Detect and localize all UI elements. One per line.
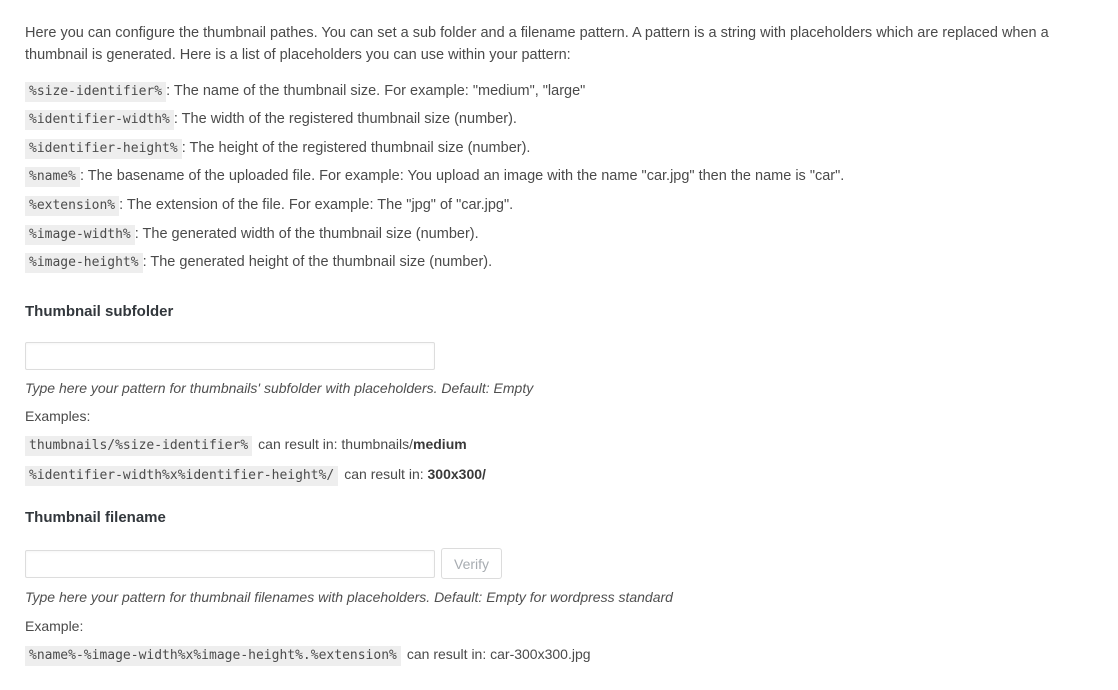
list-item: %extension%: The extension of the file. …: [25, 195, 1118, 216]
intro-paragraph: Here you can configure the thumbnail pat…: [25, 25, 1049, 64]
placeholder-token: %image-width%: [25, 224, 135, 245]
placeholder-token: %identifier-width%: [25, 110, 174, 131]
list-item: %identifier-width%: The width of the reg…: [25, 109, 1118, 131]
placeholder-description: : The generated width of the thumbnail s…: [134, 225, 479, 242]
example-result-value: medium: [413, 436, 467, 453]
placeholder-token: %extension%: [25, 196, 120, 216]
placeholder-token: %identifier-height%: [25, 138, 182, 159]
example-result-prefix: can result in:: [344, 465, 428, 482]
thumbnail-filename-section: Thumbnail filename Verify Type here your…: [25, 509, 1118, 666]
list-item: %identifier-height%: The height of the r…: [25, 138, 1118, 159]
thumbnail-subfolder-examples-label: Examples:: [25, 408, 91, 425]
list-item: %name%: The basename of the uploaded fil…: [25, 166, 1118, 188]
placeholder-description: : The name of the thumbnail size. For ex…: [166, 82, 586, 99]
settings-page: Here you can configure the thumbnail pat…: [0, 0, 1118, 666]
example-result-prefix: can result in: car-300x300.jpg: [406, 645, 591, 662]
thumbnail-filename-title: Thumbnail filename: [25, 509, 166, 527]
thumbnail-subfolder-section: Thumbnail subfolder Type here your patte…: [25, 303, 1118, 486]
thumbnail-filename-hint: Type here your pattern for thumbnail fil…: [25, 589, 673, 606]
placeholder-token: %size-identifier%: [25, 81, 167, 102]
placeholder-token: %image-height%: [25, 253, 143, 274]
thumbnail-filename-field-row: Verify: [25, 548, 1118, 580]
placeholder-description: : The width of the registered thumbnail …: [173, 111, 517, 128]
list-item: %size-identifier%: The name of the thumb…: [25, 81, 1118, 102]
list-item: %image-height%: The generated height of …: [25, 252, 1118, 274]
thumbnail-filename-input[interactable]: [25, 549, 435, 578]
example-row: thumbnails/%size-identifier% can result i…: [25, 434, 1118, 457]
thumbnail-subfolder-input[interactable]: [25, 342, 435, 371]
placeholder-description: : The height of the registered thumbnail…: [181, 139, 531, 156]
verify-button[interactable]: Verify: [441, 548, 503, 580]
thumbnail-subfolder-title: Thumbnail subfolder: [25, 303, 174, 321]
thumbnail-filename-examples-label: Example:: [25, 617, 84, 634]
thumbnail-subfolder-field-row: [25, 342, 1118, 371]
list-item: %image-width%: The generated width of th…: [25, 224, 1118, 245]
example-result-value: 300x300/: [427, 465, 486, 482]
example-row: %name%-%image-width%x%image-height%.%ext…: [25, 644, 1118, 666]
placeholder-description: : The generated height of the thumbnail …: [142, 254, 493, 271]
placeholder-description: : The basename of the uploaded file. For…: [79, 168, 845, 185]
placeholder-description: : The extension of the file. For example…: [119, 197, 514, 213]
example-pattern: thumbnails/%size-identifier%: [25, 436, 253, 457]
example-row: %identifier-width%x%identifier-height%/ c…: [25, 464, 1118, 486]
placeholder-list: %size-identifier%: The name of the thumb…: [25, 81, 1118, 274]
thumbnail-subfolder-hint: Type here your pattern for thumbnails' s…: [25, 380, 534, 397]
placeholder-token: %name%: [25, 167, 80, 188]
example-pattern: %name%-%image-width%x%image-height%.%ext…: [25, 645, 401, 666]
example-result-prefix: can result in: thumbnails/: [258, 436, 414, 453]
example-pattern: %identifier-width%x%identifier-height%/: [25, 465, 339, 486]
